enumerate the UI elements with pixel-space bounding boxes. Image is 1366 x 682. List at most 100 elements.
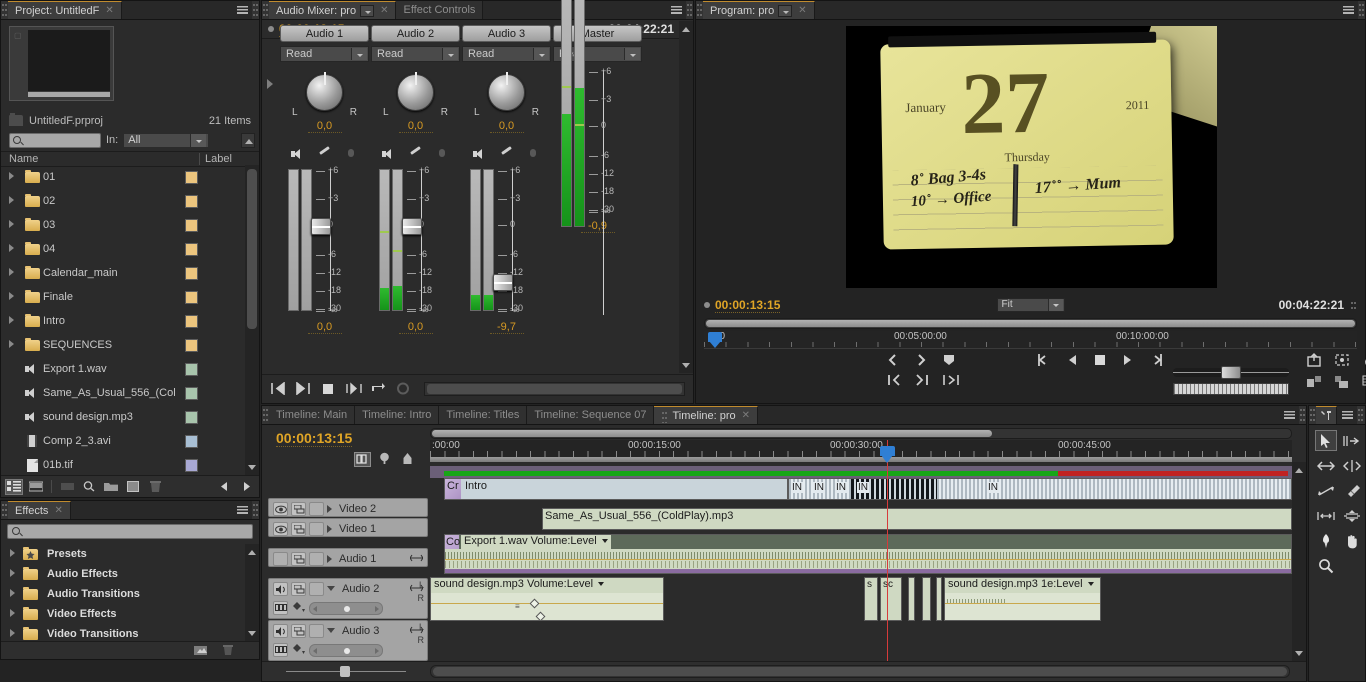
effects-grip-icon[interactable] bbox=[1, 501, 8, 519]
timeline-grip-icon[interactable] bbox=[262, 406, 269, 424]
chevron-down-icon[interactable] bbox=[600, 535, 608, 547]
timeline-clip-sc[interactable]: sc bbox=[880, 577, 902, 621]
rate-stretch-tool[interactable] bbox=[1315, 480, 1337, 501]
chevron-down-icon[interactable] bbox=[1086, 578, 1094, 590]
disclosure-triangle-icon[interactable] bbox=[1, 267, 21, 279]
disclosure-triangle-icon[interactable] bbox=[1, 195, 21, 207]
tools-grip-icon[interactable] bbox=[1309, 406, 1316, 424]
project-list-item[interactable]: Finale bbox=[1, 285, 245, 309]
delete-custom-item-button[interactable] bbox=[219, 643, 237, 659]
toggle-track-output-icon[interactable] bbox=[273, 501, 288, 516]
timeline-clip-tiny-3[interactable] bbox=[936, 577, 942, 621]
new-bin-button[interactable] bbox=[102, 479, 120, 495]
timeline-clip-area[interactable]: Cr Intro IN IN IN IN IN Same_As_Usual_556_(Cold… bbox=[430, 478, 1292, 661]
label-color-swatch[interactable] bbox=[185, 242, 198, 256]
automation-mode-select[interactable]: Read bbox=[280, 46, 369, 62]
record-arm-button[interactable] bbox=[344, 147, 360, 161]
label-color-swatch[interactable] bbox=[185, 458, 198, 472]
record-button[interactable] bbox=[395, 382, 411, 397]
automation-mode-select[interactable]: Read bbox=[371, 46, 460, 62]
pan-value[interactable]: 0,0 bbox=[307, 120, 342, 133]
timeline-clip-sound-design-1[interactable]: sound design.mp3 Volume:Level ≡ bbox=[430, 577, 664, 621]
disclosure-triangle-icon[interactable] bbox=[1, 339, 21, 351]
project-list-item[interactable]: 03 bbox=[1, 213, 245, 237]
effects-grip-right-icon[interactable] bbox=[252, 501, 259, 519]
effects-list-item[interactable]: Video Transitions bbox=[1, 624, 245, 641]
pan-value[interactable]: 0,0 bbox=[398, 120, 433, 133]
label-color-swatch[interactable] bbox=[185, 218, 198, 232]
timeline-clip-tiny-1[interactable] bbox=[908, 577, 915, 621]
toggle-sync-lock-icon[interactable] bbox=[291, 551, 306, 566]
project-list-item[interactable]: Calendar_main bbox=[1, 261, 245, 285]
project-list-item[interactable]: sound design.mp3 bbox=[1, 405, 245, 429]
effects-search-input[interactable] bbox=[7, 523, 253, 539]
icon-view-button[interactable] bbox=[27, 479, 45, 495]
label-color-swatch[interactable] bbox=[185, 266, 198, 280]
record-arm-button[interactable] bbox=[526, 147, 542, 161]
disclosure-triangle-icon[interactable] bbox=[1, 315, 21, 327]
set-marker-button[interactable] bbox=[942, 353, 958, 368]
project-thumbnail[interactable]: ▢ bbox=[9, 26, 114, 101]
hand-tool[interactable] bbox=[1341, 530, 1363, 551]
timeline-panel-menu-button[interactable] bbox=[1279, 406, 1299, 424]
track-header-audio-2[interactable]: Audio 2 LR bbox=[268, 578, 428, 619]
gain-value[interactable]: -9,7 bbox=[489, 321, 524, 334]
timeline-clip-strip[interactable]: IN IN IN IN IN bbox=[788, 478, 1292, 500]
delete-button[interactable] bbox=[146, 479, 164, 495]
export-frame-button[interactable] bbox=[1306, 353, 1322, 368]
add-remove-keyframe-icon[interactable] bbox=[292, 601, 305, 615]
gain-value[interactable]: 0,0 bbox=[307, 321, 342, 334]
extract-button[interactable] bbox=[1334, 375, 1350, 390]
program-video-frame[interactable]: January 27 2011 Thursday 8˚ Bag 3-4s 10˚… bbox=[846, 26, 1217, 288]
play-in-to-out-button[interactable] bbox=[345, 381, 362, 397]
shuttle-knob[interactable] bbox=[1221, 366, 1241, 379]
go-to-out-button[interactable] bbox=[914, 373, 930, 388]
pan-value[interactable]: 0,0 bbox=[489, 120, 524, 133]
project-list-item[interactable]: Same_As_Usual_556_(Col bbox=[1, 381, 245, 405]
new-item-button[interactable] bbox=[124, 479, 142, 495]
automate-to-sequence-button[interactable] bbox=[58, 479, 76, 495]
project-list-item[interactable]: 01b.tif bbox=[1, 453, 245, 475]
snap-toggle-button[interactable] bbox=[354, 452, 371, 467]
add-remove-keyframe-icon[interactable] bbox=[292, 643, 305, 657]
timeline-time-ruler[interactable]: :00:00 00:00:15:00 00:00:30:00 00:00:45:… bbox=[430, 440, 1292, 462]
new-custom-bin-button[interactable] bbox=[191, 643, 209, 659]
label-color-swatch[interactable] bbox=[185, 434, 198, 448]
chevron-down-icon[interactable] bbox=[360, 4, 375, 17]
keyframe-marker[interactable] bbox=[535, 611, 546, 620]
find-button[interactable] bbox=[80, 479, 98, 495]
set-in-point-button[interactable] bbox=[886, 353, 902, 368]
output-quality-button[interactable] bbox=[1362, 353, 1366, 368]
stop-button[interactable] bbox=[1092, 353, 1108, 368]
label-color-swatch[interactable] bbox=[185, 410, 198, 424]
tab-effects[interactable]: Effects ✕ bbox=[8, 501, 71, 519]
timeline-current-timecode[interactable]: 00:00:13:15 bbox=[276, 430, 353, 447]
toggle-track-audio-icon[interactable] bbox=[273, 551, 288, 566]
close-icon[interactable]: ✕ bbox=[378, 5, 388, 16]
timeline-clip-tiny-2[interactable] bbox=[922, 577, 931, 621]
thumbnail-scrub-bar[interactable] bbox=[28, 92, 110, 97]
scroll-left-button[interactable] bbox=[215, 479, 233, 495]
play-in-out-button[interactable] bbox=[942, 373, 959, 388]
toggle-sync-lock-icon[interactable] bbox=[291, 581, 306, 596]
timeline-playhead[interactable] bbox=[880, 440, 895, 661]
label-color-swatch[interactable] bbox=[185, 314, 198, 328]
tab-tools[interactable] bbox=[1316, 406, 1337, 424]
mute-button[interactable] bbox=[290, 147, 306, 161]
multicam-button[interactable] bbox=[1362, 375, 1366, 390]
disclosure-triangle-icon[interactable] bbox=[1, 608, 23, 620]
disclosure-triangle-icon[interactable] bbox=[1, 171, 21, 183]
panel-grip-icon[interactable] bbox=[1, 1, 8, 19]
timeline-clip-export1[interactable]: Co Export 1.wav Volume:Level bbox=[444, 534, 1292, 574]
toggle-sync-lock-icon[interactable] bbox=[291, 623, 306, 638]
tab-effect-controls[interactable]: Effect Controls bbox=[396, 1, 484, 19]
program-jog-wheel[interactable] bbox=[1173, 383, 1289, 395]
mixer-grip-icon[interactable] bbox=[262, 1, 269, 19]
ripple-edit-tool[interactable] bbox=[1315, 455, 1337, 476]
disclosure-triangle-icon[interactable] bbox=[1, 568, 23, 580]
toggle-track-lock-icon[interactable] bbox=[309, 521, 324, 536]
label-color-swatch[interactable] bbox=[185, 386, 198, 400]
project-item-list[interactable]: 01 02 03 04 Calendar_main Finale Intro SEQUENCE… bbox=[1, 165, 245, 475]
list-view-button[interactable] bbox=[5, 478, 23, 495]
track-header-audio-1[interactable]: Audio 1 bbox=[268, 548, 428, 567]
